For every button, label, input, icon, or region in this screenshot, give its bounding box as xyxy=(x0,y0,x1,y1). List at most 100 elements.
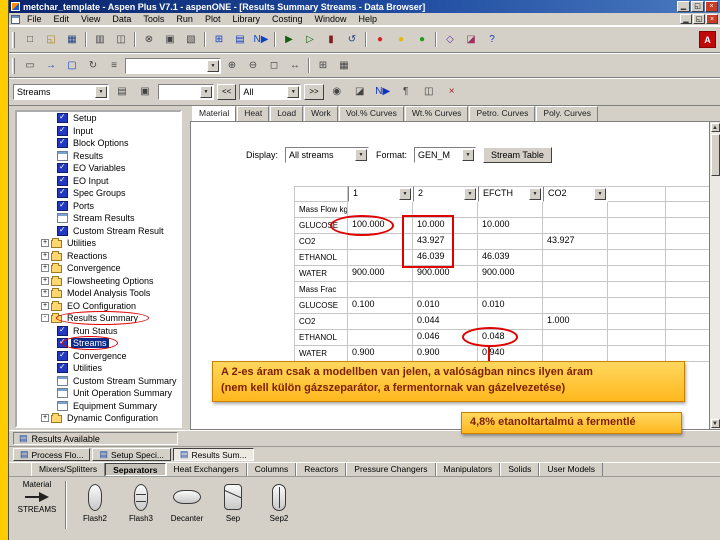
model-library-tab[interactable]: User Models xyxy=(539,463,604,476)
model-item[interactable]: Sep2 xyxy=(257,481,301,523)
menu-item[interactable]: Edit xyxy=(49,13,75,25)
chevron-down-icon[interactable] xyxy=(462,149,475,161)
workspace-tab[interactable]: ▤ Process Flo... xyxy=(13,448,91,461)
next-input-icon[interactable]: N▶ xyxy=(251,30,271,49)
close-view-icon[interactable]: × xyxy=(441,82,462,102)
tree-expand-icon[interactable]: + xyxy=(41,251,49,260)
next-stream-button[interactable]: >> xyxy=(304,84,324,100)
units-combo[interactable] xyxy=(158,84,214,100)
vertical-scrollbar[interactable]: ▲ ▼ xyxy=(709,122,720,429)
chevron-down-icon[interactable] xyxy=(594,188,606,200)
next-input-icon[interactable]: N▶ xyxy=(372,82,393,102)
model-library-tab[interactable]: Reactors xyxy=(296,463,347,476)
pause-icon[interactable]: ▮ xyxy=(321,30,341,49)
menu-item[interactable]: Data xyxy=(107,13,136,25)
zoom-out-icon[interactable]: ⊖ xyxy=(243,56,263,75)
tree-item[interactable]: EO Variables xyxy=(17,162,180,175)
tree-item[interactable]: Input xyxy=(17,125,180,138)
tree-item[interactable]: - Results Summary xyxy=(17,311,180,326)
print-icon[interactable]: ▥ xyxy=(90,30,110,49)
save-icon[interactable]: ▦ xyxy=(62,30,82,49)
chevron-down-icon[interactable] xyxy=(207,59,219,72)
minimize-button[interactable]: ▁ xyxy=(677,1,690,12)
zoom-full-icon[interactable]: ◻ xyxy=(264,56,284,75)
new-icon[interactable]: □ xyxy=(20,30,40,49)
column-header-CO2[interactable]: CO2 xyxy=(543,186,608,202)
model-library-tab[interactable]: Separators xyxy=(105,463,166,476)
tree-item[interactable]: + Dynamic Configuration xyxy=(17,412,180,425)
child-restore-button[interactable]: ◱ xyxy=(693,14,705,24)
child-close-button[interactable]: × xyxy=(706,14,718,24)
menu-item[interactable]: Costing xyxy=(267,13,308,25)
tree-expand-icon[interactable]: + xyxy=(41,414,49,423)
sheet-icon[interactable]: ▤ xyxy=(112,82,132,102)
model-library-tab[interactable]: Columns xyxy=(246,463,297,476)
tree-expand-icon[interactable]: + xyxy=(41,301,49,310)
snapshot-icon[interactable]: ◉ xyxy=(326,82,347,102)
tree-item[interactable]: Results xyxy=(17,150,180,163)
tree-expand-icon[interactable]: + xyxy=(41,264,49,273)
form-tab[interactable]: Petro. Curves xyxy=(469,106,536,121)
column-header-2[interactable]: 2 xyxy=(413,186,478,202)
toolbar-handle[interactable] xyxy=(12,31,15,48)
column-header-EFCTH[interactable]: EFCTH xyxy=(478,186,543,202)
menu-item[interactable]: Tools xyxy=(138,13,169,25)
form-tab[interactable]: Heat xyxy=(237,106,270,121)
form-tab[interactable]: Work xyxy=(304,106,338,121)
tree-item[interactable]: Utilities xyxy=(17,362,180,375)
chevron-down-icon[interactable] xyxy=(287,86,300,98)
go-light-icon[interactable]: ● xyxy=(412,30,432,49)
caution-light-icon[interactable]: ● xyxy=(391,30,411,49)
data-browser-icon[interactable]: ⊞ xyxy=(209,30,229,49)
control-panel-icon[interactable]: ▤ xyxy=(230,30,250,49)
tree-item[interactable]: EO Input xyxy=(17,175,180,188)
scrollbar-thumb[interactable] xyxy=(710,134,720,176)
pan-icon[interactable]: ↔ xyxy=(285,56,305,75)
material-stream-tool[interactable]: Material STREAMS xyxy=(13,479,61,514)
rotate-icon[interactable]: ↻ xyxy=(83,56,103,75)
compare-icon[interactable]: ◫ xyxy=(418,82,439,102)
form-tab[interactable]: Vol.% Curves xyxy=(338,106,404,121)
plot-icon[interactable]: ◪ xyxy=(461,30,481,49)
stream-table-button[interactable]: Stream Table xyxy=(483,147,552,163)
menu-item[interactable]: File xyxy=(22,13,47,25)
menu-item[interactable]: Library xyxy=(227,13,265,25)
zoom-in-icon[interactable]: ⊕ xyxy=(222,56,242,75)
chevron-down-icon[interactable] xyxy=(399,188,411,200)
tree-item[interactable]: Custom Stream Summary xyxy=(17,375,180,388)
tree-item[interactable]: + Reactions xyxy=(17,250,180,263)
previous-stream-button[interactable]: << xyxy=(217,84,237,100)
child-minimize-button[interactable]: ▁ xyxy=(680,14,692,24)
run-icon[interactable]: ▶ xyxy=(279,30,299,49)
model-library-tab[interactable]: Manipulators xyxy=(435,463,501,476)
flowsheet-section-combo[interactable] xyxy=(125,57,221,74)
tree-item[interactable]: Custom Stream Result xyxy=(17,225,180,238)
form-tab[interactable]: Poly. Curves xyxy=(536,106,598,121)
scroll-down-icon[interactable]: ▼ xyxy=(710,419,720,428)
step-icon[interactable]: ▷ xyxy=(300,30,320,49)
flowsheet-icon[interactable]: ◇ xyxy=(440,30,460,49)
tree-expand-icon[interactable]: - xyxy=(41,314,49,323)
insert-stream-icon[interactable]: → xyxy=(41,56,61,75)
grid-icon[interactable]: ⊞ xyxy=(313,56,333,75)
model-item[interactable]: Flash3 xyxy=(119,481,163,523)
menu-item[interactable]: Run xyxy=(171,13,198,25)
form-tab[interactable]: Wt.% Curves xyxy=(404,106,469,121)
tree-item[interactable]: Setup xyxy=(17,112,180,125)
tree-expand-icon[interactable]: + xyxy=(41,276,49,285)
tree-item[interactable]: Unit Operation Summary xyxy=(17,387,180,400)
tree-item[interactable]: Convergence xyxy=(17,350,180,363)
workspace-tab[interactable]: ▤ Setup Speci... xyxy=(92,448,171,461)
comments-icon[interactable]: ¶ xyxy=(395,82,416,102)
chevron-down-icon[interactable] xyxy=(464,188,476,200)
menu-item[interactable]: Plot xyxy=(200,13,226,25)
tree-item[interactable]: Ports xyxy=(17,200,180,213)
form-tab[interactable]: Load xyxy=(270,106,304,121)
display-combo[interactable]: All streams xyxy=(285,147,370,163)
model-item[interactable]: Sep xyxy=(211,481,255,523)
forms-stack-icon[interactable]: ▣ xyxy=(135,82,155,102)
insert-block-icon[interactable]: ▢ xyxy=(62,56,82,75)
open-icon[interactable]: ◱ xyxy=(41,30,61,49)
restore-button[interactable]: ◱ xyxy=(691,1,704,12)
stop-light-icon[interactable]: ● xyxy=(370,30,390,49)
